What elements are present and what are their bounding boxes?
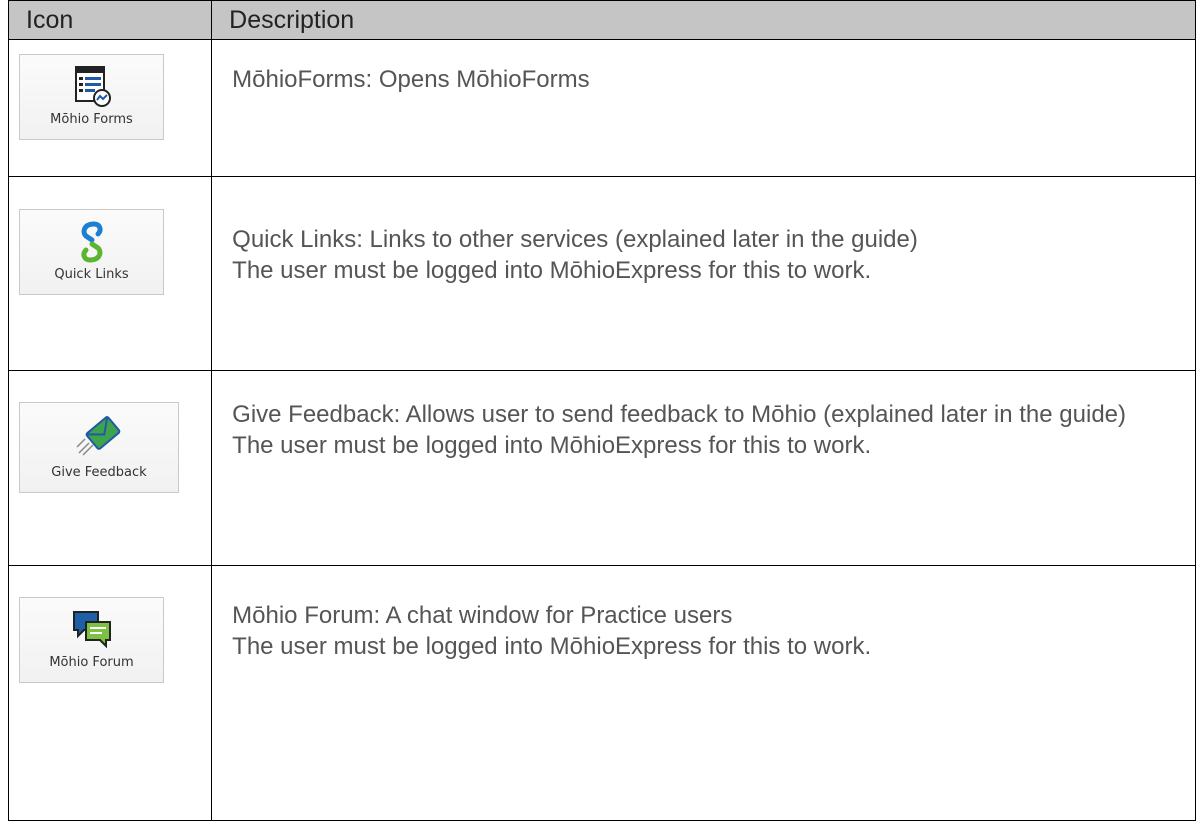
description-cell: Give Feedback: Allows user to send feedb…: [211, 370, 1196, 566]
description-line: Quick Links: Links to other services (ex…: [232, 226, 918, 253]
description-cell: Mōhio Forum: A chat window for Practice …: [211, 565, 1196, 821]
table-row: Mōhio Forms MōhioForms: Opens MōhioForms: [7, 39, 1196, 177]
description-line: The user must be logged into MōhioExpres…: [232, 633, 872, 660]
icon-cell: Mōhio Forms: [7, 39, 213, 177]
icon-cell: Quick Links: [7, 176, 213, 371]
header-icon: Icon: [7, 0, 213, 40]
description-cell: MōhioForms: Opens MōhioForms: [211, 39, 1196, 177]
description-line: The user must be logged into MōhioExpres…: [232, 432, 872, 459]
header-description: Description: [211, 0, 1196, 40]
quick-links-icon: [80, 221, 103, 263]
icon-label: Mōhio Forms: [50, 112, 133, 127]
mohio-forms-icon: [74, 66, 111, 107]
description-line: Mōhio Forum: A chat window for Practice …: [232, 602, 733, 629]
description-line: The user must be logged into MōhioExpres…: [232, 257, 872, 284]
description-line: MōhioForms: Opens MōhioForms: [232, 66, 590, 93]
mohio-forms-button[interactable]: Mōhio Forms: [19, 54, 164, 140]
mohio-forum-button[interactable]: Mōhio Forum: [19, 597, 164, 683]
icon-cell: Give Feedback: [7, 370, 213, 566]
icon-label: Give Feedback: [51, 465, 147, 480]
table-row: Give Feedback Give Feedback: Allows user…: [7, 370, 1196, 566]
table-row: Mōhio Forum Mōhio Forum: A chat window f…: [7, 565, 1196, 821]
icon-cell: Mōhio Forum: [7, 565, 213, 821]
table-row: Quick Links Quick Links: Links to other …: [7, 176, 1196, 371]
description-cell: Quick Links: Links to other services (ex…: [211, 176, 1196, 371]
description-line: Give Feedback: Allows user to send feedb…: [232, 401, 1127, 428]
mohio-forum-icon: [72, 611, 111, 649]
quick-links-button[interactable]: Quick Links: [19, 209, 164, 295]
give-feedback-icon: [76, 416, 121, 456]
icon-label: Quick Links: [54, 267, 129, 282]
icon-label: Mōhio Forum: [49, 655, 134, 670]
table-header-row: Icon Description: [7, 0, 1196, 40]
icon-description-table: Icon Description Mōhio Forms MōhioForms:…: [7, 0, 1196, 821]
give-feedback-button[interactable]: Give Feedback: [19, 402, 179, 493]
